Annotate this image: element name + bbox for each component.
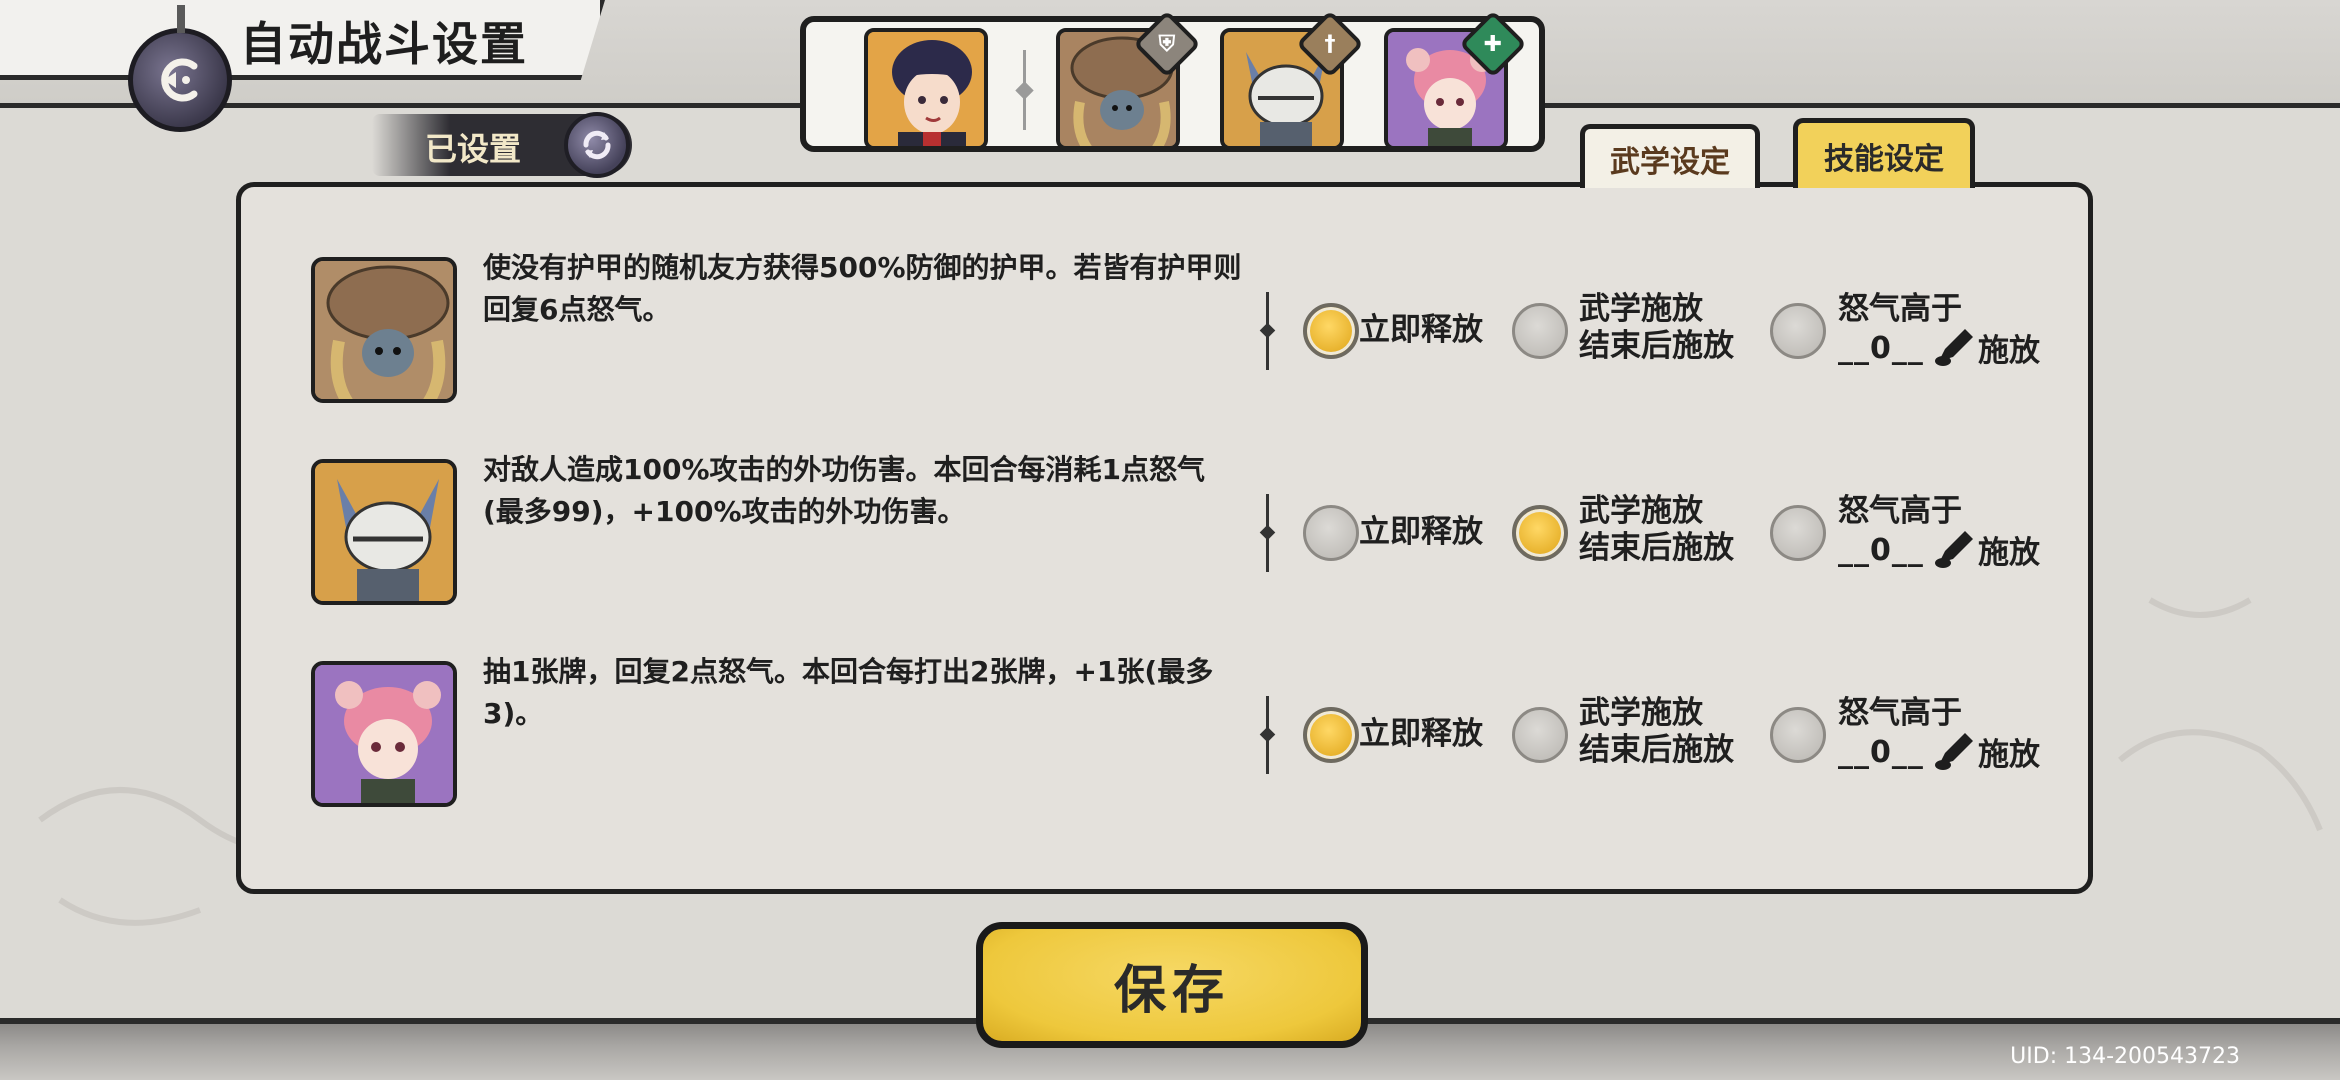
radio-rage-threshold[interactable]	[1770, 303, 1826, 359]
radio-immediate[interactable]	[1303, 505, 1359, 561]
radio-after-martial[interactable]	[1512, 505, 1568, 561]
label-after-martial: 武学施放 结束后施放	[1579, 493, 1734, 566]
label-rage-cast: 施放	[1978, 333, 2040, 369]
edit-pen-icon[interactable]	[1931, 323, 1977, 369]
label-immediate: 立即释放	[1359, 514, 1483, 550]
skill-row: 对敌人造成100%攻击的外功伤害。本回合每消耗1点怒气(最多99)，+100%攻…	[241, 449, 2088, 649]
page-title: 自动战斗设置	[240, 17, 528, 71]
radio-immediate[interactable]	[1303, 707, 1359, 763]
label-rage-cast: 施放	[1978, 737, 2040, 773]
label-after-martial: 武学施放 结束后施放	[1579, 291, 1734, 364]
radio-rage-threshold[interactable]	[1770, 505, 1826, 561]
status-label: 已设置	[425, 130, 522, 168]
label-immediate: 立即释放	[1359, 312, 1483, 348]
option-divider-dot	[1259, 726, 1276, 743]
option-divider-dot	[1259, 524, 1276, 541]
skill-description: 使没有护甲的随机友方获得500%防御的护甲。若皆有护甲则回复6点怒气。	[483, 251, 1242, 326]
label-immediate: 立即释放	[1359, 716, 1483, 752]
skill-description: 对敌人造成100%攻击的外功伤害。本回合每消耗1点怒气(最多99)，+100%攻…	[483, 453, 1205, 528]
skill-icon-armor	[311, 257, 457, 403]
option-divider-dot	[1259, 322, 1276, 339]
skill-row: 抽1张牌，回复2点怒气。本回合每打出2张牌，+1张(最多3)。 立即释放 武学施…	[241, 651, 2088, 851]
edit-pen-icon[interactable]	[1931, 525, 1977, 571]
refresh-icon[interactable]	[564, 112, 630, 178]
back-button[interactable]	[128, 5, 232, 132]
rage-threshold-value[interactable]: __0__	[1838, 533, 1924, 568]
skill-description: 抽1张牌，回复2点怒气。本回合每打出2张牌，+1张(最多3)。	[483, 655, 1214, 730]
skill-settings-panel: 使没有护甲的随机友方获得500%防御的护甲。若皆有护甲则回复6点怒气。 立即释放…	[236, 182, 2093, 894]
edit-pen-icon[interactable]	[1931, 727, 1977, 773]
strip-divider-dot	[1015, 81, 1034, 100]
back-arrow-icon	[161, 58, 198, 102]
rage-threshold-value[interactable]: __0__	[1838, 735, 1924, 770]
tab-martial-settings[interactable]: 武学设定	[1580, 124, 1760, 188]
radio-immediate[interactable]	[1303, 303, 1359, 359]
uid-label: UID: 134-200543723	[2010, 1044, 2240, 1069]
radio-after-martial[interactable]	[1512, 303, 1568, 359]
radio-rage-threshold[interactable]	[1770, 707, 1826, 763]
label-after-martial: 武学施放 结束后施放	[1579, 695, 1734, 768]
skill-icon-draw-card	[311, 661, 457, 807]
save-button[interactable]: 保存	[976, 922, 1368, 1048]
skill-row: 使没有护甲的随机友方获得500%防御的护甲。若皆有护甲则回复6点怒气。 立即释放…	[241, 247, 2088, 447]
radio-after-martial[interactable]	[1512, 707, 1568, 763]
tab-skill-settings[interactable]: 技能设定	[1793, 118, 1975, 188]
hero-portrait[interactable]	[864, 28, 988, 150]
rage-threshold-value[interactable]: __0__	[1838, 331, 1924, 366]
skill-icon-external-damage	[311, 459, 457, 605]
label-rage-cast: 施放	[1978, 535, 2040, 571]
